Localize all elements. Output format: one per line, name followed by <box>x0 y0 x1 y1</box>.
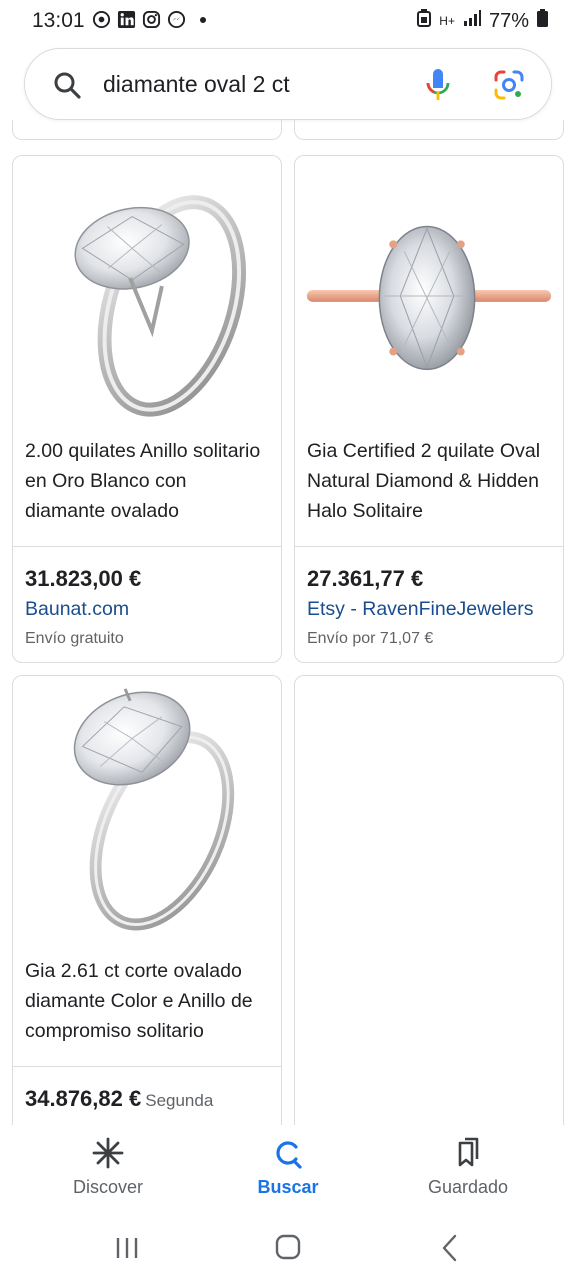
product-title[interactable]: Gia 2.61 ct corte ovalado diamante Color… <box>25 956 270 1046</box>
microphone-icon[interactable] <box>425 67 451 103</box>
shipping-info: Envío gratuito <box>25 630 124 647</box>
shopping-results: 2.00 quilates Anillo solitario en Oro Bl… <box>0 120 576 1125</box>
bottom-navigation: Discover Buscar Guardado <box>0 1125 576 1215</box>
product-title[interactable]: 2.00 quilates Anillo solitario en Oro Bl… <box>25 436 270 526</box>
status-bar: 13:01 H+ 77% <box>0 0 576 42</box>
nav-label: Guardado <box>427 1177 509 1197</box>
home-icon[interactable] <box>268 1233 308 1263</box>
product-price: 27.361,77 € <box>307 566 424 591</box>
search-icon <box>276 1141 302 1169</box>
bookmarks-icon <box>458 1137 479 1167</box>
condition-label: Segunda <box>145 1091 214 1110</box>
product-card[interactable]: Gia Certified 2 quilate Oval Natural Dia… <box>294 155 564 663</box>
product-title[interactable]: Gia Certified 2 quilate Oval Natural Dia… <box>307 436 552 526</box>
notification-icons <box>92 10 206 29</box>
asterisk-icon <box>92 1137 124 1169</box>
divider <box>13 1066 281 1067</box>
product-image[interactable] <box>13 156 281 426</box>
product-card-placeholder <box>294 675 564 1125</box>
previous-card-bottom <box>294 120 564 140</box>
product-price: 34.876,82 € Segunda <box>25 1086 214 1111</box>
search-icon[interactable] <box>53 71 81 99</box>
nav-search[interactable]: Buscar <box>218 1135 358 1198</box>
google-lens-icon[interactable] <box>493 69 525 101</box>
signal-icon <box>463 9 481 33</box>
nav-label: Discover <box>72 1177 143 1197</box>
shipping-info: Envío por 71,07 € <box>307 630 434 647</box>
search-input[interactable]: diamante oval 2 ct <box>103 71 290 98</box>
back-icon[interactable] <box>430 1233 470 1263</box>
system-navigation <box>0 1215 576 1280</box>
product-card[interactable]: 2.00 quilates Anillo solitario en Oro Bl… <box>12 155 282 663</box>
product-image[interactable] <box>13 676 281 946</box>
system-status: H+ 77% <box>417 9 548 33</box>
camera-app-icon <box>92 10 111 29</box>
search-bar[interactable]: diamante oval 2 ct <box>24 48 552 120</box>
battery-icon <box>537 9 548 33</box>
seller-link[interactable]: Etsy - RavenFineJewelers <box>307 598 534 621</box>
nav-label: Buscar <box>257 1177 319 1197</box>
previous-card-bottom <box>12 120 282 140</box>
nav-discover[interactable]: Discover <box>38 1135 178 1198</box>
alarm-icon <box>417 9 432 33</box>
instagram-icon <box>142 10 161 29</box>
battery-level: 77% <box>488 9 529 32</box>
divider <box>13 546 281 547</box>
nav-saved[interactable]: Guardado <box>398 1135 538 1198</box>
seller-link[interactable]: Baunat.com <box>25 598 129 621</box>
messenger-icon <box>167 10 186 29</box>
more-dot-icon <box>200 16 206 23</box>
product-card[interactable]: Gia 2.61 ct corte ovalado diamante Color… <box>12 675 282 1125</box>
status-time: 13:01 <box>32 9 85 32</box>
network-type: H+ <box>439 14 455 28</box>
divider <box>295 546 563 547</box>
product-image[interactable] <box>295 156 563 426</box>
linkedin-icon <box>117 10 136 29</box>
recents-icon[interactable] <box>107 1233 147 1263</box>
product-price: 31.823,00 € <box>25 566 142 591</box>
